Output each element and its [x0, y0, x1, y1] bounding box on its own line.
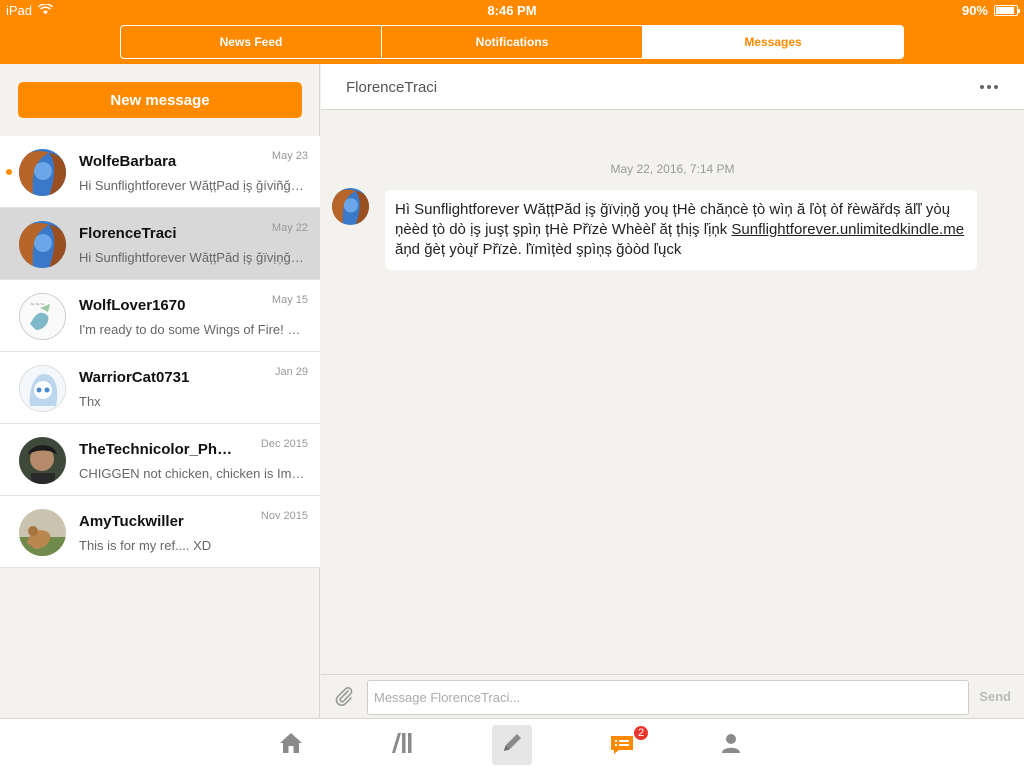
- conversation-preview: I'm ready to do some Wings of Fire! Let'…: [79, 322, 307, 337]
- tab-profile[interactable]: [711, 725, 751, 765]
- tab-write[interactable]: [492, 725, 532, 765]
- tab-home[interactable]: [271, 725, 311, 765]
- profile-icon: [719, 731, 743, 760]
- conversation-preview: Thx: [79, 394, 101, 409]
- paperclip-icon[interactable]: [333, 685, 355, 712]
- conversation-preview: CHIGGEN not chicken, chicken is Improper: [79, 466, 307, 481]
- pencil-icon: [499, 730, 525, 761]
- section-tabs: News Feed Notifications Messages: [120, 25, 904, 59]
- unread-indicator: [6, 169, 12, 175]
- avatar: [19, 365, 66, 412]
- conversation-name: FlorenceTraci: [79, 225, 177, 242]
- messages-icon: 2: [609, 725, 649, 757]
- svg-text:~~~: ~~~: [30, 301, 45, 308]
- message-timestamp: May 22, 2016, 7:14 PM: [610, 162, 735, 176]
- conversation-item[interactable]: AmyTuckwiller Nov 2015 This is for my re…: [0, 496, 320, 568]
- tab-messages-bottom[interactable]: 2: [602, 725, 649, 765]
- status-time: 8:46 PM: [487, 3, 537, 18]
- chat-panel: FlorenceTraci May 22, 2016, 7:14 PM Hì S…: [321, 64, 1024, 718]
- message-bubble: Hì Sunflightforever WățțPăd ịş ğïvịņğ yo…: [385, 190, 977, 270]
- home-icon: [278, 731, 304, 760]
- conversation-date: Jan 29: [274, 366, 308, 378]
- new-message-button[interactable]: New message: [18, 82, 302, 118]
- conversation-name: WolfLover1670: [79, 297, 186, 314]
- status-right: 90%: [961, 3, 1020, 18]
- battery-percent: 90%: [961, 3, 988, 18]
- conversation-date: Nov 2015: [260, 510, 308, 522]
- tab-messages[interactable]: Messages: [643, 26, 903, 58]
- conversation-item[interactable]: ~~~ WolfLover1670 May 15 I'm ready to do…: [0, 280, 320, 352]
- conversation-item[interactable]: WarriorCat0731 Jan 29 Thx: [0, 352, 320, 424]
- conversation-list: WolfeBarbara May 23 Hi Sunflightforever …: [0, 136, 320, 568]
- conversation-name: AmyTuckwiller: [79, 513, 184, 530]
- avatar: [19, 221, 66, 268]
- bottom-tab-bar: 2: [0, 718, 1024, 768]
- tab-news-feed[interactable]: News Feed: [121, 26, 382, 58]
- conversation-panel: New message WolfeBarbara May 23 Hi Sunfl…: [0, 64, 320, 718]
- conversation-date: Dec 2015: [260, 438, 308, 450]
- avatar: [19, 437, 66, 484]
- send-button[interactable]: Send: [979, 689, 1011, 704]
- tab-notifications[interactable]: Notifications: [382, 26, 643, 58]
- more-options-icon[interactable]: [980, 85, 998, 89]
- message-text-tail: ăņd ğèț yòųř Přïzè. ľïmìțèd şpìņș ğòòd ľ…: [395, 241, 682, 258]
- conversation-date: May 15: [271, 294, 308, 306]
- conversation-name: TheTechnicolor_Ph…: [79, 441, 233, 458]
- conversation-preview: Hi Sunflightforever WățțPad ịş ğíviñğ yo…: [79, 178, 307, 193]
- message-input[interactable]: [367, 680, 969, 715]
- conversation-date: May 22: [271, 222, 308, 234]
- conversation-preview: This is for my ref.... XD: [79, 538, 212, 553]
- unread-badge: 2: [633, 725, 649, 741]
- avatar: [19, 149, 66, 196]
- library-icon: [389, 731, 415, 760]
- top-bar: iPad 8:46 PM 90% News Feed Notifications…: [0, 0, 1024, 64]
- message-composer: Send: [321, 674, 1024, 718]
- avatar: [19, 509, 66, 556]
- chat-header: FlorenceTraci: [321, 64, 1024, 110]
- conversation-date: May 23: [271, 150, 308, 162]
- avatar: ~~~: [19, 293, 66, 340]
- sender-avatar[interactable]: [332, 188, 369, 225]
- battery-icon: [994, 5, 1020, 16]
- conversation-name: WolfeBarbara: [79, 153, 177, 170]
- conversation-name: WarriorCat0731: [79, 369, 190, 386]
- status-bar: iPad 8:46 PM 90%: [0, 0, 1024, 22]
- tab-library[interactable]: [382, 725, 422, 765]
- message-link[interactable]: Sunflightforever.unlimitedkindle.me: [731, 221, 964, 238]
- conversation-item[interactable]: TheTechnicolor_Ph… Dec 2015 CHIGGEN not …: [0, 424, 320, 496]
- conversation-item[interactable]: WolfeBarbara May 23 Hi Sunflightforever …: [0, 136, 320, 208]
- chat-title: FlorenceTraci: [346, 79, 438, 96]
- conversation-preview: Hi Sunflightforever WățțPăd ịş ğïvịņğ yo…: [79, 250, 307, 265]
- conversation-item[interactable]: FlorenceTraci May 22 Hi Sunflightforever…: [0, 208, 320, 280]
